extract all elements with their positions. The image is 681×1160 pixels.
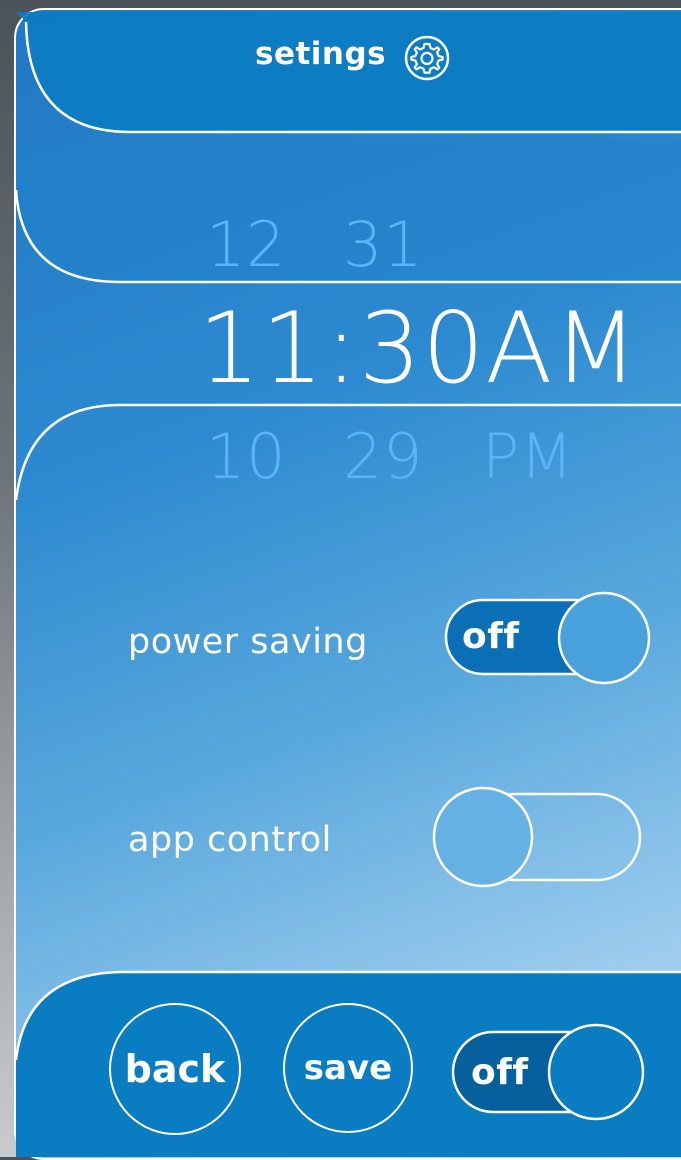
power-saving-toggle-label: off bbox=[462, 616, 520, 657]
next-ampm[interactable]: PM bbox=[482, 420, 574, 493]
prev-hour[interactable]: 12 bbox=[206, 208, 286, 281]
gear-icon[interactable] bbox=[404, 35, 450, 81]
save-button[interactable]: save bbox=[283, 1003, 413, 1133]
panel-background bbox=[14, 8, 681, 1160]
app-control-label: app control bbox=[128, 820, 332, 860]
next-hour[interactable]: 10 bbox=[206, 420, 286, 493]
back-button-label: back bbox=[124, 1047, 226, 1091]
page-title: setings bbox=[255, 36, 387, 72]
back-button[interactable]: back bbox=[109, 1003, 241, 1135]
next-minute[interactable]: 29 bbox=[343, 420, 423, 493]
current-time[interactable]: 11:30AM bbox=[198, 292, 639, 406]
power-saving-label: power saving bbox=[128, 622, 368, 662]
save-button-label: save bbox=[303, 1048, 393, 1088]
app-control-toggle[interactable] bbox=[432, 786, 644, 888]
footer-toggle[interactable]: off bbox=[451, 1018, 645, 1126]
power-saving-toggle[interactable]: off bbox=[444, 590, 652, 686]
footer-toggle-label: off bbox=[471, 1052, 529, 1093]
prev-minute[interactable]: 31 bbox=[343, 208, 423, 281]
